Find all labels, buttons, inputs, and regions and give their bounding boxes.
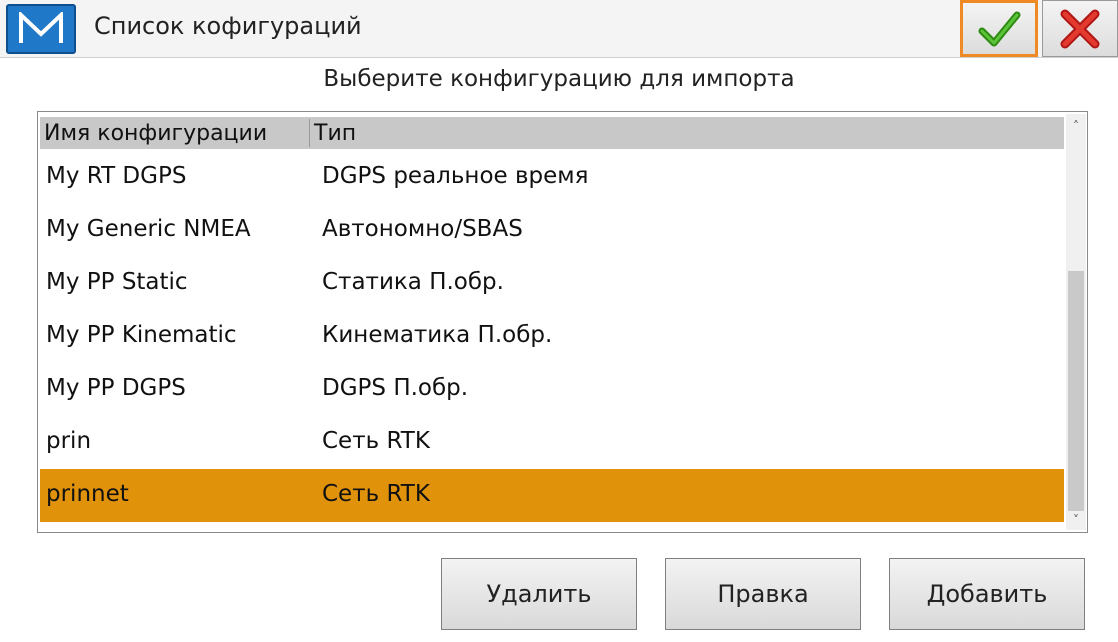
scroll-down-icon[interactable]: ˅ bbox=[1066, 512, 1086, 528]
table-row[interactable]: My Generic NMEA Автономно/SBAS bbox=[40, 204, 1064, 257]
vertical-scrollbar[interactable]: ˄ ˅ bbox=[1066, 114, 1086, 530]
row-type: DGPS П.обр. bbox=[322, 375, 469, 401]
close-button[interactable] bbox=[1042, 0, 1118, 57]
row-type: Кинематика П.обр. bbox=[322, 322, 553, 348]
row-name: My PP Kinematic bbox=[46, 322, 237, 348]
row-name: My PP DGPS bbox=[46, 375, 186, 401]
scroll-up-icon[interactable]: ˄ bbox=[1066, 118, 1086, 134]
row-name: My RT DGPS bbox=[46, 163, 187, 189]
row-name: prin bbox=[46, 428, 92, 454]
row-type: Сеть RTK bbox=[322, 481, 430, 507]
configuration-list[interactable]: Имя конфигурации Тип My RT DGPS DGPS реа… bbox=[37, 111, 1088, 533]
ok-button[interactable] bbox=[960, 0, 1038, 57]
list-viewport: Имя конфигурации Тип My RT DGPS DGPS реа… bbox=[40, 114, 1064, 530]
edit-button[interactable]: Правка bbox=[665, 558, 861, 630]
delete-button[interactable]: Удалить bbox=[441, 558, 637, 630]
table-row[interactable]: My PP DGPS DGPS П.обр. bbox=[40, 363, 1064, 416]
table-row[interactable]: My RT DGPS DGPS реальное время bbox=[40, 151, 1064, 204]
title-bar: Список кофигураций bbox=[0, 0, 1118, 58]
column-header-type[interactable]: Тип bbox=[314, 121, 356, 146]
row-name: prinnet bbox=[46, 481, 129, 507]
window-title: Список кофигураций bbox=[94, 12, 362, 40]
close-x-icon bbox=[1060, 9, 1100, 48]
m-logo-icon[interactable] bbox=[6, 4, 76, 54]
column-header-name[interactable]: Имя конфигурации bbox=[44, 121, 267, 146]
row-name: My PP Static bbox=[46, 269, 188, 295]
import-prompt: Выберите конфигурацию для импорта bbox=[323, 66, 795, 92]
table-row[interactable]: prin Сеть RTK bbox=[40, 416, 1064, 469]
checkmark-icon bbox=[978, 11, 1021, 46]
table-row[interactable]: My PP Static Статика П.обр. bbox=[40, 257, 1064, 310]
row-type: DGPS реальное время bbox=[322, 163, 589, 189]
add-button[interactable]: Добавить bbox=[889, 558, 1085, 630]
column-separator bbox=[309, 119, 310, 147]
scrollbar-thumb[interactable] bbox=[1068, 271, 1084, 511]
row-type: Статика П.обр. bbox=[322, 269, 504, 295]
list-header: Имя конфигурации Тип bbox=[40, 117, 1064, 149]
row-type: Автономно/SBAS bbox=[322, 216, 523, 242]
row-name: My Generic NMEA bbox=[46, 216, 251, 242]
table-row[interactable]: My PP Kinematic Кинематика П.обр. bbox=[40, 310, 1064, 363]
row-type: Сеть RTK bbox=[322, 428, 430, 454]
table-row-selected[interactable]: prinnet Сеть RTK bbox=[40, 469, 1064, 522]
